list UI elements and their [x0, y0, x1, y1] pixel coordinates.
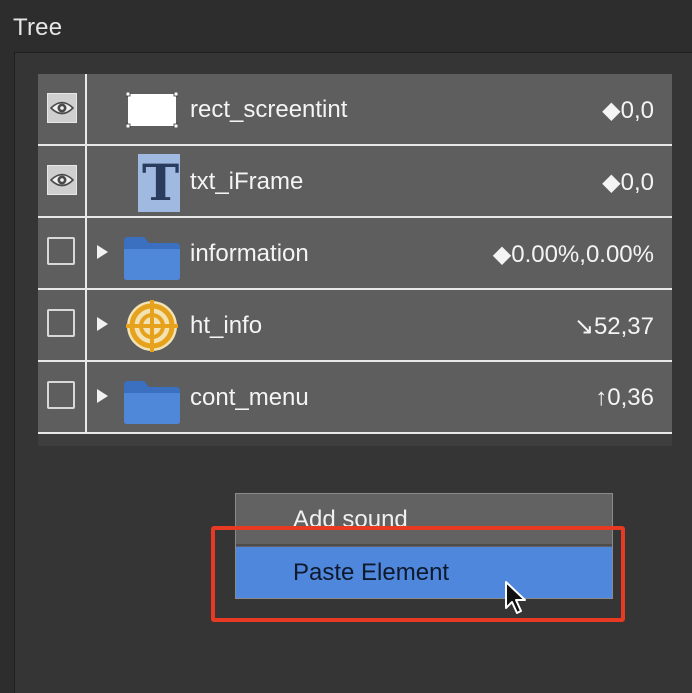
rectangle-icon — [125, 91, 179, 129]
expand-arrow-icon[interactable] — [97, 317, 108, 331]
visibility-eye-icon[interactable] — [47, 165, 77, 195]
tree-row-information[interactable]: information ◆0.00%,0.00% — [38, 218, 672, 290]
visibility-cell — [38, 290, 87, 360]
visibility-checkbox[interactable] — [47, 309, 75, 337]
panel-title: Tree — [13, 14, 63, 41]
expand-arrow-icon[interactable] — [97, 389, 108, 403]
visibility-cell — [38, 218, 87, 288]
tree-row-rect-screentint[interactable]: rect_screentint ◆0,0 — [38, 74, 672, 146]
visibility-cell — [38, 362, 87, 432]
tree-row-txt-iframe[interactable]: T txt_iFrame ◆0,0 — [38, 146, 672, 218]
highlight-annotation-box — [211, 526, 625, 622]
tree-view[interactable]: rect_screentint ◆0,0 T txt_iFrame ◆0,0 i… — [38, 74, 672, 446]
expand-arrow-icon[interactable] — [97, 245, 108, 259]
row-label: txt_iFrame — [190, 168, 304, 195]
row-label: ht_info — [190, 312, 263, 339]
folder-icon — [122, 379, 182, 430]
row-label: cont_menu — [190, 384, 309, 411]
visibility-eye-icon[interactable] — [47, 93, 77, 123]
visibility-checkbox[interactable] — [47, 237, 75, 265]
tree-row-ht-info[interactable]: ht_info ↘52,37 — [38, 290, 672, 362]
row-position-value: ↘52,37 — [573, 313, 654, 340]
tree-row-cont-menu[interactable]: cont_menu ↑0,36 — [38, 362, 672, 434]
mouse-pointer-icon — [504, 580, 530, 621]
row-position-value: ↑0,36 — [595, 384, 654, 411]
hotspot-target-icon — [124, 298, 180, 359]
visibility-cell — [38, 146, 87, 216]
row-label: rect_screentint — [190, 96, 348, 123]
row-position-value: ◆0,0 — [602, 169, 654, 196]
visibility-checkbox[interactable] — [47, 381, 75, 409]
text-icon: T — [138, 154, 180, 212]
row-label: information — [190, 240, 309, 267]
visibility-cell — [38, 74, 87, 144]
folder-icon — [122, 235, 182, 286]
row-position-value: ◆0.00%,0.00% — [492, 241, 654, 268]
row-position-value: ◆0,0 — [602, 97, 654, 124]
